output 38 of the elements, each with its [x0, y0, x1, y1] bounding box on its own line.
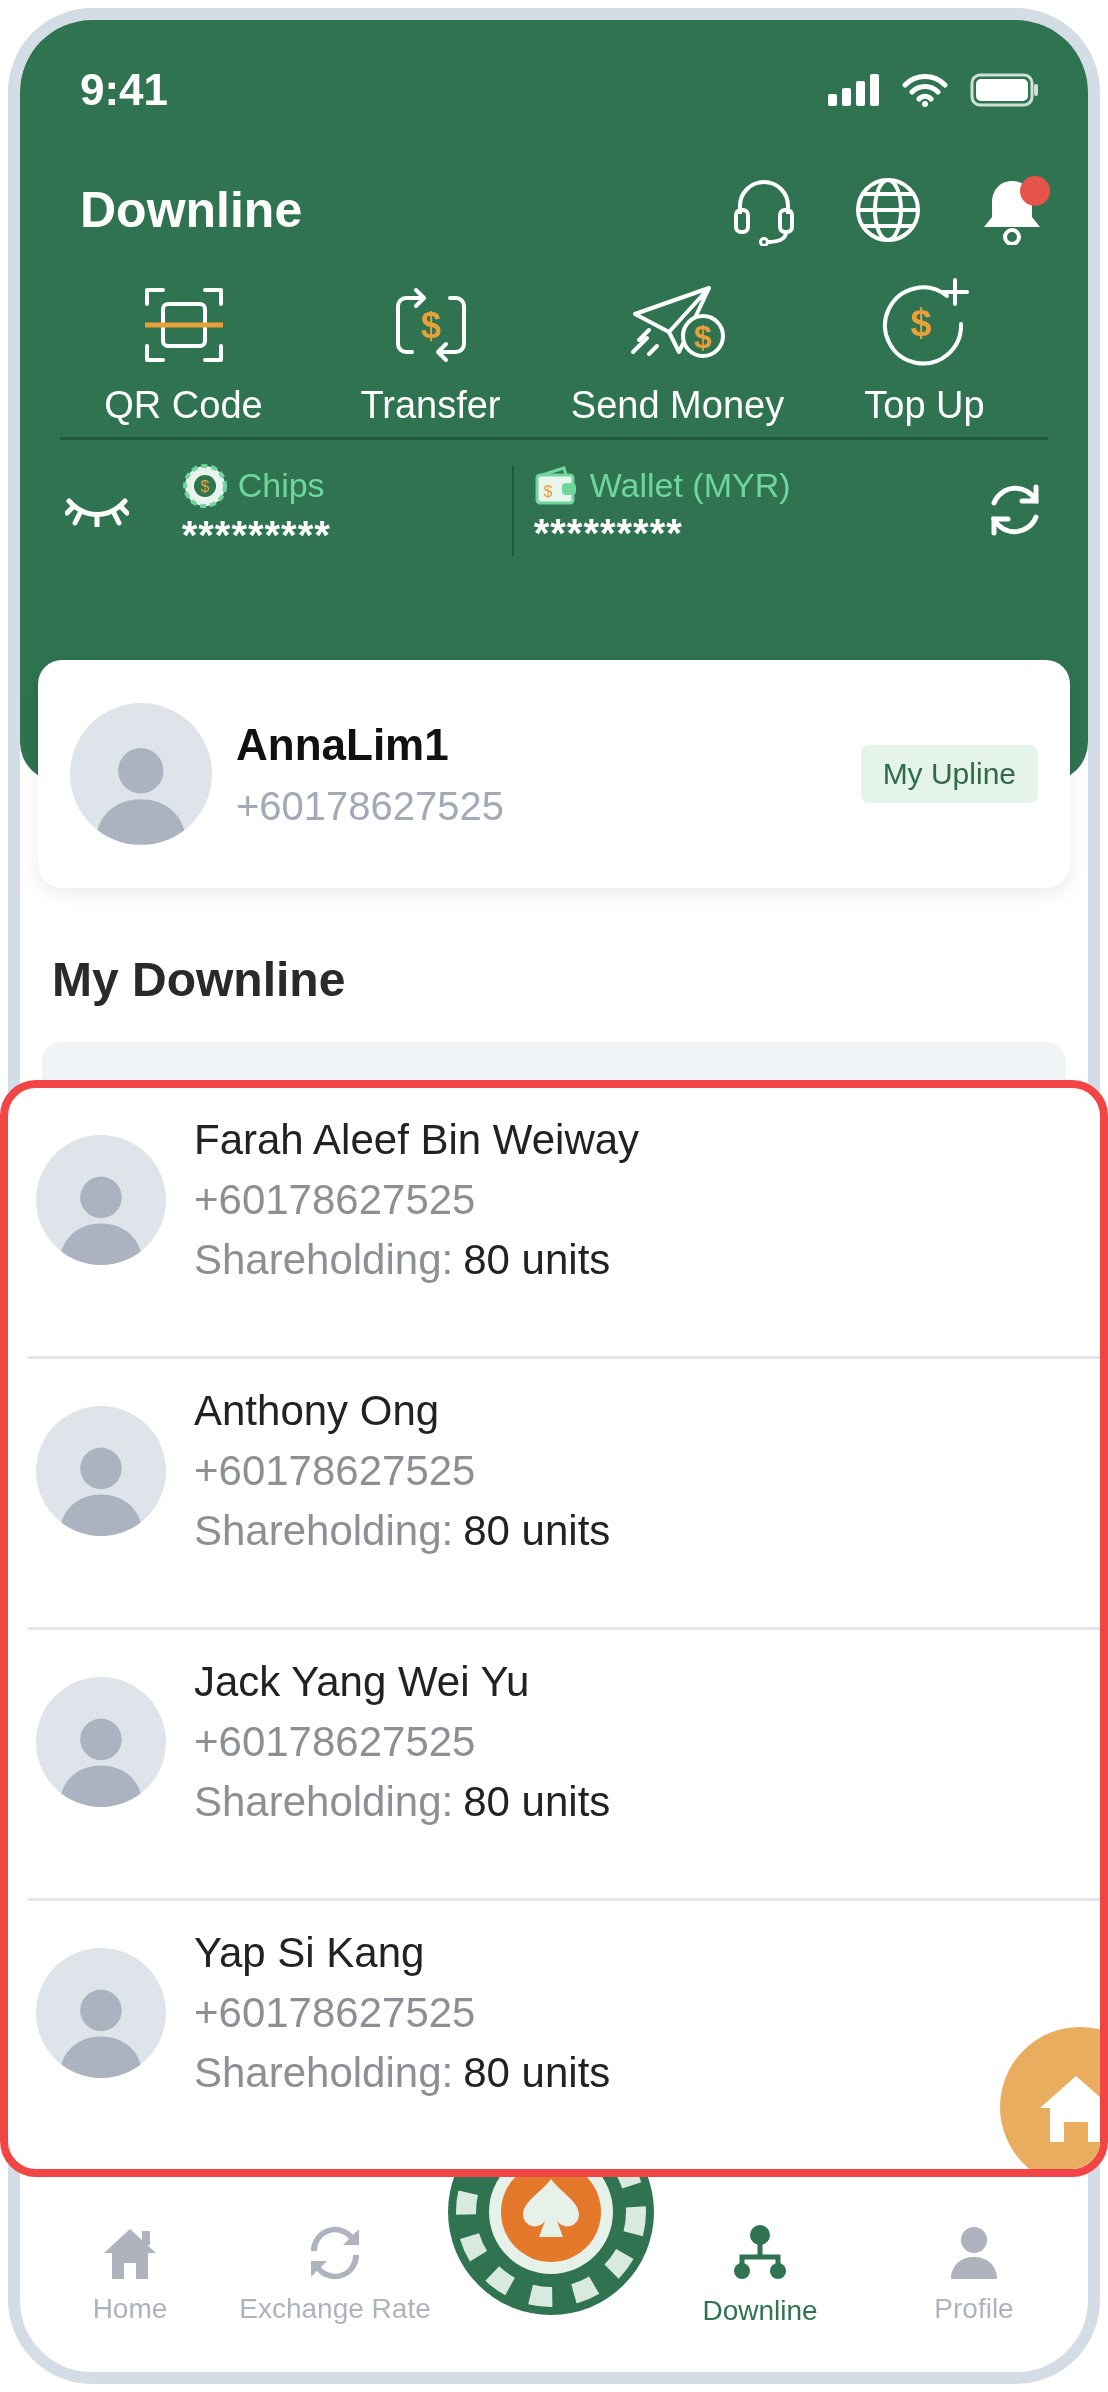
- section-title: My Downline: [52, 952, 347, 1008]
- balance-label: Wallet (MYR): [589, 466, 791, 505]
- page-title: Downline: [80, 181, 303, 239]
- balance-label: Chips: [237, 466, 325, 505]
- member-phone: +60178627525: [194, 1446, 477, 1496]
- member-name: Anthony Ong: [194, 1386, 441, 1436]
- upline-name: AnnaLim1: [236, 719, 450, 770]
- member-name: Farah Aleef Bin Weiway: [194, 1115, 640, 1165]
- shareholding-label: Shareholding:: [194, 1235, 454, 1285]
- hidden-balance: *********: [181, 512, 332, 558]
- member-phone: +60178627525: [194, 1175, 477, 1225]
- action-button[interactable]: $ Top Up: [801, 274, 1048, 427]
- shareholding-label: Shareholding:: [194, 1777, 454, 1827]
- status-time: 9:41: [80, 65, 169, 115]
- member-phone: +60178627525: [194, 1717, 477, 1767]
- chip-icon: $: [181, 462, 228, 509]
- shareholding-label: Shareholding:: [194, 2048, 454, 2098]
- hidden-balance: *********: [533, 510, 684, 556]
- upline-badge: My Upline: [860, 745, 1038, 803]
- member-name: Yap Si Kang: [194, 1928, 426, 1978]
- battery-icon: [970, 73, 1040, 107]
- action-button[interactable]: $ Send Money: [554, 280, 801, 427]
- signal-icon: [828, 74, 880, 106]
- globe-icon: [854, 176, 922, 244]
- shareholding-label: Shareholding:: [194, 1506, 454, 1556]
- nav-tab[interactable]: Downline: [660, 2222, 860, 2327]
- wifi-icon: [902, 73, 948, 107]
- action-button[interactable]: QR Code: [60, 280, 307, 427]
- shareholding-value: 80 units: [463, 1235, 611, 1285]
- upline-phone: +60178627525: [236, 783, 506, 829]
- poker-chip-button[interactable]: [446, 2177, 656, 2317]
- action-button[interactable]: $ Transfer: [307, 280, 554, 427]
- person-icon: [949, 2224, 999, 2281]
- shareholding-value: 80 units: [463, 1777, 611, 1827]
- member-phone: +60178627525: [194, 1988, 477, 2038]
- member-name: Jack Yang Wei Yu: [194, 1657, 531, 1707]
- shareholding-value: 80 units: [463, 2048, 611, 2098]
- shareholding-value: 80 units: [463, 1506, 611, 1556]
